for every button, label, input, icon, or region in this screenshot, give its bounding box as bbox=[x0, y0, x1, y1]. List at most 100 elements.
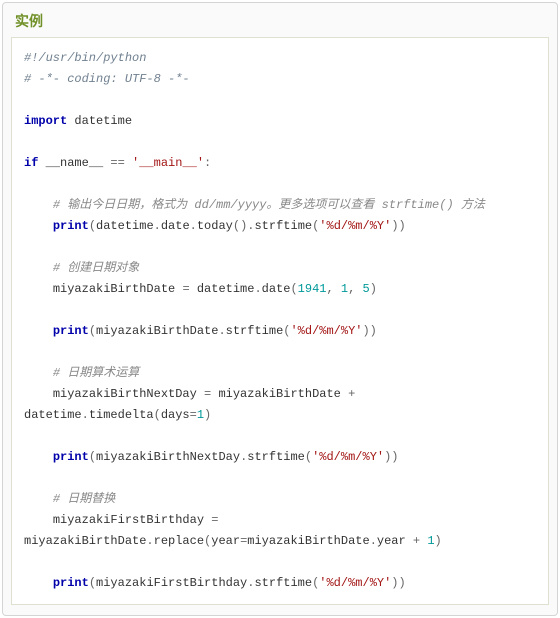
code-token: '%d/%m/%Y' bbox=[319, 219, 391, 233]
code-token: . bbox=[247, 576, 254, 590]
code-token: 1941 bbox=[298, 282, 327, 296]
code-token: miyazakiFirstBirthday bbox=[96, 576, 247, 590]
code-token: ) bbox=[370, 282, 377, 296]
code-token bbox=[24, 450, 53, 464]
code-token: ( bbox=[305, 450, 312, 464]
code-token bbox=[24, 198, 53, 212]
code-token: ( bbox=[290, 282, 297, 296]
code-token: 5 bbox=[363, 282, 370, 296]
code-line: import datetime bbox=[24, 114, 132, 128]
example-title: 实例 bbox=[3, 3, 557, 37]
code-token: timedelta bbox=[89, 408, 154, 422]
code-token: . bbox=[154, 219, 161, 233]
code-token: . bbox=[190, 219, 197, 233]
code-token: ( bbox=[312, 576, 319, 590]
code-token: datetime bbox=[67, 114, 132, 128]
code-token: ) bbox=[204, 408, 211, 422]
code-token: == bbox=[110, 156, 124, 170]
code-token: miyazakiBirthNextDay bbox=[24, 387, 204, 401]
code-line: print(miyazakiBirthNextDay.strftime('%d/… bbox=[24, 450, 399, 464]
code-token: print bbox=[53, 450, 89, 464]
code-line: print(miyazakiBirthDate.strftime('%d/%m/… bbox=[24, 324, 377, 338]
code-token bbox=[24, 324, 53, 338]
code-token: + bbox=[413, 534, 420, 548]
code-token: )) bbox=[391, 576, 405, 590]
code-token: # 日期替换 bbox=[53, 492, 115, 506]
code-token bbox=[24, 219, 53, 233]
code-line: print(datetime.date.today().strftime('%d… bbox=[24, 219, 406, 233]
code-token: ( bbox=[204, 534, 211, 548]
code-token bbox=[420, 534, 427, 548]
code-line: miyazakiBirthNextDay = miyazakiBirthDate… bbox=[24, 387, 362, 422]
code-token: = bbox=[190, 408, 197, 422]
code-token: = bbox=[211, 513, 218, 527]
code-token: ( bbox=[89, 219, 96, 233]
code-token: (). bbox=[233, 219, 255, 233]
code-token bbox=[24, 366, 53, 380]
code-token: . bbox=[146, 534, 153, 548]
code-token: # 输出今日日期，格式为 dd/mm/yyyy。更多选项可以查看 strftim… bbox=[53, 198, 485, 212]
code-token: import bbox=[24, 114, 67, 128]
code-token: . bbox=[370, 534, 377, 548]
code-token: year bbox=[377, 534, 413, 548]
code-token: if bbox=[24, 156, 38, 170]
code-token: strftime bbox=[254, 576, 312, 590]
code-line: # 日期算术运算 bbox=[24, 366, 139, 380]
code-token: . bbox=[254, 282, 261, 296]
code-token: year bbox=[211, 534, 240, 548]
code-token bbox=[125, 156, 132, 170]
code-token: 1 bbox=[341, 282, 348, 296]
code-token: '%d/%m/%Y' bbox=[319, 576, 391, 590]
code-token: miyazakiBirthDate bbox=[24, 282, 182, 296]
code-token: datetime bbox=[96, 219, 154, 233]
code-token: miyazakiBirthNextDay bbox=[96, 450, 240, 464]
code-token: )) bbox=[384, 450, 398, 464]
code-token: # 日期算术运算 bbox=[53, 366, 139, 380]
code-token: ( bbox=[89, 324, 96, 338]
code-token: date bbox=[262, 282, 291, 296]
code-token: ( bbox=[89, 450, 96, 464]
code-token: strftime bbox=[254, 219, 312, 233]
code-token: . bbox=[218, 324, 225, 338]
code-token: #!/usr/bin/python bbox=[24, 51, 146, 65]
code-token: '%d/%m/%Y' bbox=[290, 324, 362, 338]
code-line: miyazakiBirthDate = datetime.date(1941, … bbox=[24, 282, 377, 296]
code-token: miyazakiBirthDate bbox=[211, 387, 348, 401]
code-token bbox=[24, 261, 53, 275]
code-token bbox=[24, 576, 53, 590]
code-token: , bbox=[326, 282, 340, 296]
code-token: miyazakiFirstBirthday bbox=[24, 513, 211, 527]
code-token: . bbox=[82, 408, 89, 422]
code-line: # 输出今日日期，格式为 dd/mm/yyyy。更多选项可以查看 strftim… bbox=[24, 198, 485, 212]
code-line: # 创建日期对象 bbox=[24, 261, 139, 275]
code-token: today bbox=[197, 219, 233, 233]
code-token: date bbox=[161, 219, 190, 233]
code-token: , bbox=[348, 282, 362, 296]
code-token: # -*- coding: UTF-8 -*- bbox=[24, 72, 190, 86]
code-line: print(miyazakiFirstBirthday.strftime('%d… bbox=[24, 576, 406, 590]
code-token: 1 bbox=[427, 534, 434, 548]
code-token: = bbox=[240, 534, 247, 548]
example-container: 实例 #!/usr/bin/python # -*- coding: UTF-8… bbox=[2, 2, 558, 616]
code-token: strftime bbox=[247, 450, 305, 464]
code-line: #!/usr/bin/python bbox=[24, 51, 146, 65]
code-token: print bbox=[53, 576, 89, 590]
code-token: '__main__' bbox=[132, 156, 204, 170]
code-block: #!/usr/bin/python # -*- coding: UTF-8 -*… bbox=[11, 37, 549, 605]
code-line: miyazakiFirstBirthday = miyazakiBirthDat… bbox=[24, 513, 442, 548]
code-token: print bbox=[53, 219, 89, 233]
code-token: __name__ bbox=[38, 156, 110, 170]
code-token: 1 bbox=[197, 408, 204, 422]
code-token: days bbox=[161, 408, 190, 422]
code-token: datetime bbox=[190, 282, 255, 296]
code-token: '%d/%m/%Y' bbox=[312, 450, 384, 464]
code-token: ( bbox=[89, 576, 96, 590]
code-token: replace bbox=[154, 534, 204, 548]
code-token: miyazakiBirthDate bbox=[247, 534, 369, 548]
code-line: # 日期替换 bbox=[24, 492, 115, 506]
code-token: miyazakiBirthDate bbox=[96, 324, 218, 338]
code-line: if __name__ == '__main__': bbox=[24, 156, 211, 170]
code-token: = bbox=[182, 282, 189, 296]
code-token: ) bbox=[435, 534, 442, 548]
code-token: # 创建日期对象 bbox=[53, 261, 139, 275]
